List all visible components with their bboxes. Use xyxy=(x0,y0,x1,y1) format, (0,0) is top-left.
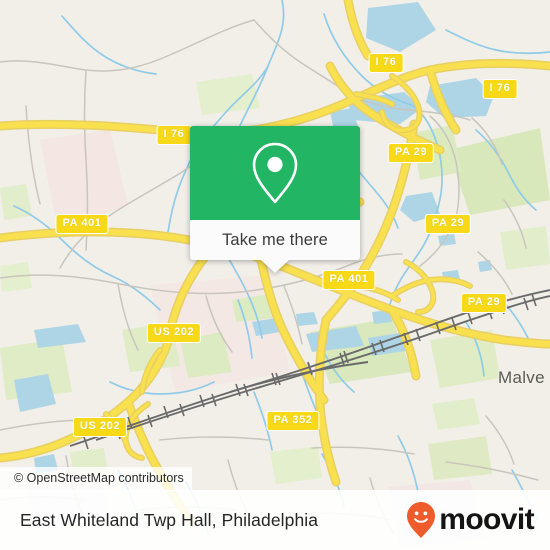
osm-attribution[interactable]: © OpenStreetMap contributors xyxy=(0,467,192,491)
shield-i76-b: I 76 xyxy=(482,79,518,99)
callout-action-panel[interactable]: Take me there xyxy=(190,220,360,260)
shield-i76-c: I 76 xyxy=(156,125,192,145)
shield-pa401-b: PA 401 xyxy=(322,270,376,290)
moovit-wordmark: moovit xyxy=(439,503,534,536)
shield-pa29-b: PA 29 xyxy=(424,214,472,234)
location-callout-card[interactable]: Take me there xyxy=(190,126,360,273)
shield-pa352: PA 352 xyxy=(266,411,320,431)
shield-us202-a: US 202 xyxy=(146,323,202,343)
map-pin-icon xyxy=(252,142,298,204)
moovit-smiley-pin-icon xyxy=(407,502,436,538)
page-title: East Whiteland Twp Hall, Philadelphia xyxy=(20,509,319,530)
take-me-there-label: Take me there xyxy=(222,230,328,249)
callout-tail xyxy=(261,260,289,273)
footer-bar: East Whiteland Twp Hall, Philadelphia mo… xyxy=(0,490,550,550)
callout-pin-panel xyxy=(190,126,360,220)
shield-us202-b: US 202 xyxy=(72,417,128,437)
shield-pa29-c: PA 29 xyxy=(460,293,508,313)
moovit-logo[interactable]: moovit xyxy=(406,501,535,539)
shield-pa401-a: PA 401 xyxy=(55,214,109,234)
shield-i76-a: I 76 xyxy=(368,53,404,73)
shield-pa29-a: PA 29 xyxy=(387,143,435,163)
place-label-malvern: Malve xyxy=(498,368,545,387)
map-screenshot: I 76 I 76 I 76 PA 29 PA 29 PA 401 PA 401… xyxy=(0,0,550,550)
